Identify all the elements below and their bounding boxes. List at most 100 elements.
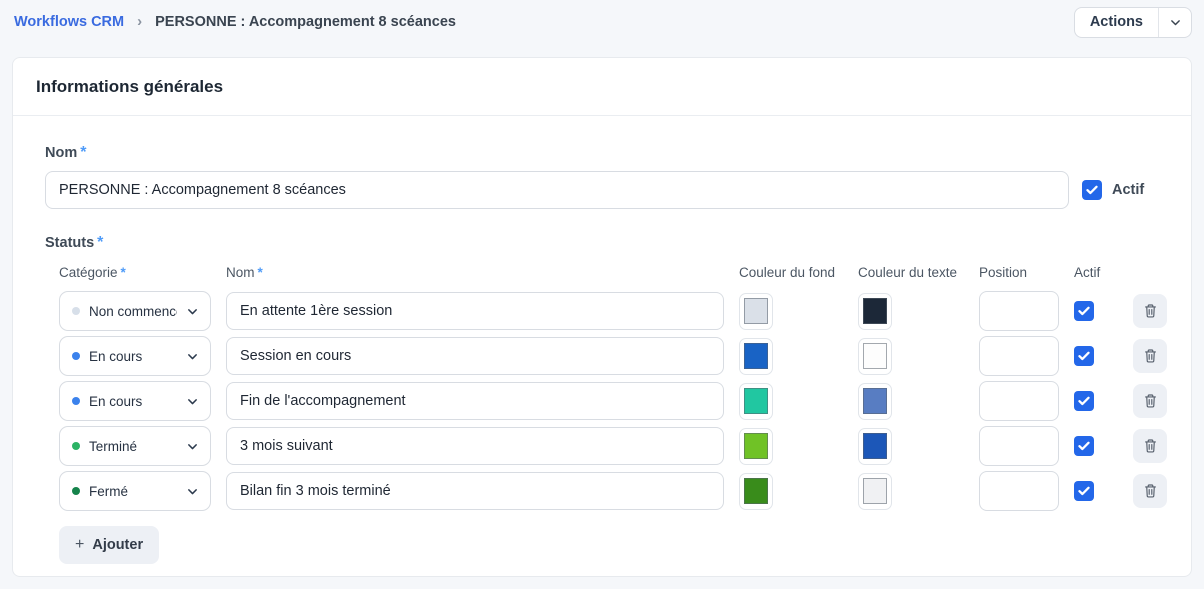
category-select[interactable]: Terminé bbox=[59, 426, 211, 466]
status-name-input[interactable] bbox=[226, 292, 724, 330]
trash-icon bbox=[1143, 438, 1158, 454]
delete-row-button[interactable] bbox=[1133, 474, 1167, 508]
category-select[interactable]: Fermé bbox=[59, 471, 211, 511]
trash-icon bbox=[1143, 393, 1158, 409]
position-input[interactable] bbox=[979, 426, 1059, 466]
row-actif-checkbox[interactable] bbox=[1074, 436, 1094, 456]
delete-row-button[interactable] bbox=[1133, 429, 1167, 463]
text-color-picker[interactable] bbox=[858, 293, 892, 330]
required-asterisk: * bbox=[97, 234, 103, 251]
background-color-picker[interactable] bbox=[739, 428, 773, 465]
category-selected-value: En cours bbox=[89, 349, 177, 364]
status-row: En cours bbox=[59, 381, 1159, 421]
chevron-down-icon bbox=[186, 350, 199, 363]
chevron-down-icon bbox=[186, 305, 199, 318]
delete-row-button[interactable] bbox=[1133, 339, 1167, 373]
card-body: Nom* Actif Statuts* Catégorie* Nom* Coul… bbox=[13, 116, 1191, 564]
statuts-table: Catégorie* Nom* Couleur du fond Couleur … bbox=[59, 265, 1159, 564]
text-color-picker[interactable] bbox=[858, 473, 892, 510]
check-icon bbox=[1078, 351, 1090, 361]
breadcrumb-link-workflows[interactable]: Workflows CRM bbox=[14, 14, 124, 30]
status-row: En cours bbox=[59, 336, 1159, 376]
check-icon bbox=[1078, 441, 1090, 451]
text-color-picker[interactable] bbox=[858, 383, 892, 420]
status-row: Fermé bbox=[59, 471, 1159, 511]
informations-card: Informations générales Nom* Actif Statut… bbox=[12, 57, 1192, 577]
chevron-down-icon bbox=[186, 395, 199, 408]
chevron-right-icon: › bbox=[137, 13, 142, 30]
nom-input[interactable] bbox=[45, 171, 1069, 209]
category-status-dot bbox=[72, 397, 80, 405]
category-selected-value: En cours bbox=[89, 394, 177, 409]
background-color-picker[interactable] bbox=[739, 473, 773, 510]
text-color-swatch bbox=[863, 343, 887, 369]
add-status-label: Ajouter bbox=[92, 537, 143, 553]
status-row: Terminé bbox=[59, 426, 1159, 466]
position-input[interactable] bbox=[979, 381, 1059, 421]
plus-icon: + bbox=[75, 536, 84, 554]
card-header: Informations générales bbox=[13, 58, 1191, 116]
category-selected-value: Non commencé bbox=[89, 304, 177, 319]
actif-label: Actif bbox=[1112, 182, 1144, 198]
delete-row-button[interactable] bbox=[1133, 294, 1167, 328]
chevron-down-icon bbox=[1169, 16, 1182, 29]
check-icon bbox=[1086, 185, 1098, 195]
add-status-button[interactable]: + Ajouter bbox=[59, 526, 159, 564]
background-color-swatch bbox=[744, 478, 768, 504]
statuts-field-label: Statuts* bbox=[45, 234, 1159, 252]
chevron-down-icon bbox=[186, 440, 199, 453]
actif-checkbox[interactable] bbox=[1082, 180, 1102, 200]
text-color-swatch bbox=[863, 388, 887, 414]
background-color-picker[interactable] bbox=[739, 293, 773, 330]
trash-icon bbox=[1143, 348, 1158, 364]
text-color-picker[interactable] bbox=[858, 428, 892, 465]
category-selected-value: Fermé bbox=[89, 484, 177, 499]
delete-row-button[interactable] bbox=[1133, 384, 1167, 418]
category-select[interactable]: En cours bbox=[59, 336, 211, 376]
header-categorie: Catégorie* bbox=[59, 265, 211, 280]
category-status-dot bbox=[72, 352, 80, 360]
header-nom: Nom* bbox=[226, 265, 724, 280]
trash-icon bbox=[1143, 483, 1158, 499]
category-status-dot bbox=[72, 442, 80, 450]
text-color-swatch bbox=[863, 478, 887, 504]
text-color-swatch bbox=[863, 298, 887, 324]
position-input[interactable] bbox=[979, 291, 1059, 331]
row-actif-checkbox[interactable] bbox=[1074, 481, 1094, 501]
category-selected-value: Terminé bbox=[89, 439, 177, 454]
text-color-picker[interactable] bbox=[858, 338, 892, 375]
top-bar: Workflows CRM › PERSONNE : Accompagnemen… bbox=[0, 0, 1204, 44]
status-row: Non commencé bbox=[59, 291, 1159, 331]
actions-button[interactable]: Actions bbox=[1075, 8, 1159, 37]
check-icon bbox=[1078, 396, 1090, 406]
status-name-input[interactable] bbox=[226, 337, 724, 375]
statuts-table-header: Catégorie* Nom* Couleur du fond Couleur … bbox=[59, 265, 1159, 280]
breadcrumb: Workflows CRM › PERSONNE : Accompagnemen… bbox=[14, 14, 456, 31]
row-actif-checkbox[interactable] bbox=[1074, 391, 1094, 411]
background-color-picker[interactable] bbox=[739, 383, 773, 420]
background-color-swatch bbox=[744, 433, 768, 459]
category-status-dot bbox=[72, 487, 80, 495]
header-position: Position bbox=[979, 265, 1059, 280]
chevron-down-icon bbox=[186, 485, 199, 498]
status-name-input[interactable] bbox=[226, 472, 724, 510]
card-title: Informations générales bbox=[36, 77, 223, 97]
check-icon bbox=[1078, 306, 1090, 316]
category-select[interactable]: Non commencé bbox=[59, 291, 211, 331]
background-color-swatch bbox=[744, 298, 768, 324]
category-status-dot bbox=[72, 307, 80, 315]
check-icon bbox=[1078, 486, 1090, 496]
actions-dropdown-toggle[interactable] bbox=[1159, 8, 1191, 37]
background-color-swatch bbox=[744, 343, 768, 369]
status-name-input[interactable] bbox=[226, 427, 724, 465]
header-couleur-fond: Couleur du fond bbox=[739, 265, 843, 280]
row-actif-checkbox[interactable] bbox=[1074, 346, 1094, 366]
status-name-input[interactable] bbox=[226, 382, 724, 420]
nom-field-label: Nom* bbox=[45, 144, 1159, 162]
category-select[interactable]: En cours bbox=[59, 381, 211, 421]
position-input[interactable] bbox=[979, 336, 1059, 376]
background-color-picker[interactable] bbox=[739, 338, 773, 375]
text-color-swatch bbox=[863, 433, 887, 459]
position-input[interactable] bbox=[979, 471, 1059, 511]
row-actif-checkbox[interactable] bbox=[1074, 301, 1094, 321]
